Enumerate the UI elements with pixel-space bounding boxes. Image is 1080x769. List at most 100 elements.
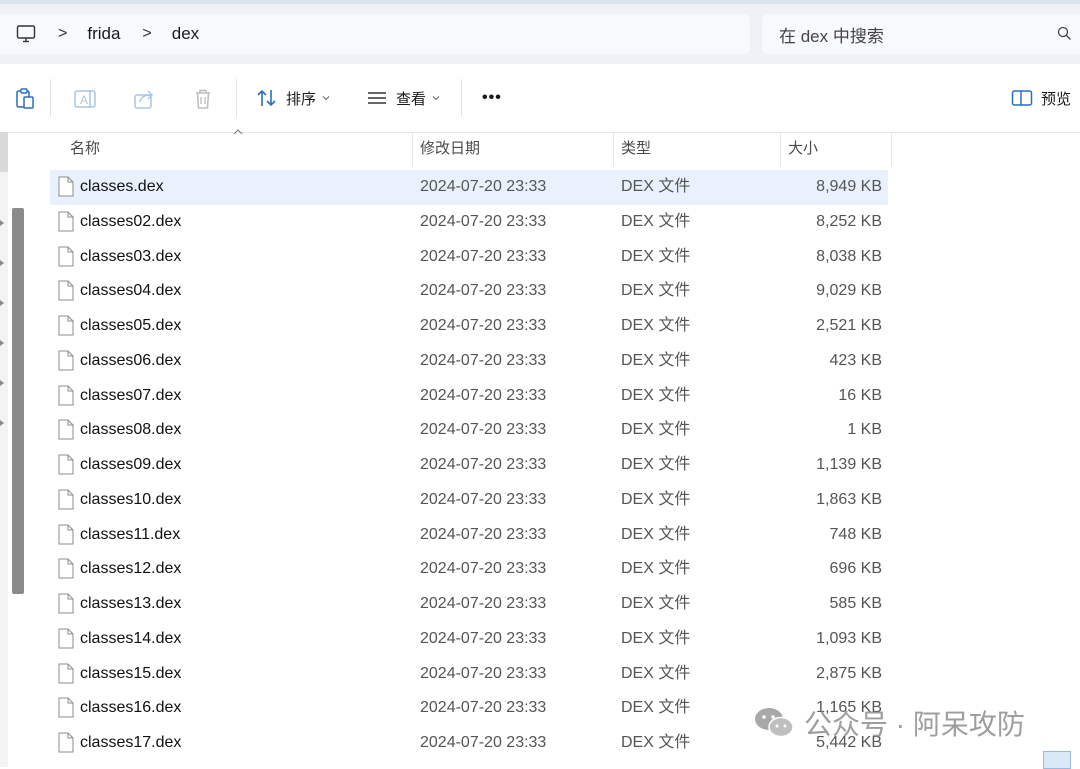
file-icon bbox=[58, 385, 74, 405]
file-size: 8,949 KB bbox=[816, 178, 882, 195]
column-divider[interactable] bbox=[412, 132, 413, 166]
column-header-type[interactable]: 类型 bbox=[621, 132, 651, 166]
file-modified: 2024-07-20 23:33 bbox=[420, 490, 547, 508]
file-type: DEX 文件 bbox=[621, 282, 691, 300]
more-options-button[interactable]: ••• bbox=[482, 84, 502, 112]
file-icon bbox=[58, 246, 74, 266]
file-row[interactable]: classes02.dex 2024-07-20 23:33 DEX 文件 8,252… bbox=[50, 205, 888, 240]
file-size: 16 KB bbox=[838, 386, 882, 404]
sort-label: 排序 bbox=[286, 90, 317, 108]
file-name: classes07.dex bbox=[80, 386, 182, 404]
file-type: DEX 文件 bbox=[621, 386, 691, 404]
delete-icon[interactable] bbox=[191, 87, 215, 111]
file-icon bbox=[58, 628, 74, 649]
expand-arrow-icon[interactable] bbox=[0, 260, 4, 266]
file-row[interactable]: classes07.dex 2024-07-20 23:33 DEX 文件 16 KB bbox=[50, 379, 888, 414]
file-icon bbox=[58, 593, 74, 614]
file-icon bbox=[58, 524, 74, 544]
file-type: DEX 文件 bbox=[621, 595, 691, 612]
file-row[interactable]: classes14.dex 2024-07-20 23:33 DEX 文件 1,093… bbox=[50, 622, 888, 657]
file-row[interactable]: classes03.dex 2024-07-20 23:33 DEX 文件 8,038… bbox=[50, 240, 888, 275]
expand-arrow-icon[interactable] bbox=[0, 380, 4, 386]
file-row[interactable]: classes04.dex 2024-07-20 23:33 DEX 文件 9,029… bbox=[50, 274, 888, 309]
column-divider[interactable] bbox=[891, 132, 892, 166]
file-modified: 2024-07-20 23:33 bbox=[420, 421, 547, 439]
navigation-pane-top bbox=[0, 132, 8, 172]
share-icon[interactable] bbox=[132, 87, 156, 111]
file-name: classes05.dex bbox=[80, 317, 182, 334]
wechat-icon bbox=[755, 708, 794, 738]
toolbar-divider bbox=[236, 79, 237, 117]
file-row[interactable]: classes12.dex 2024-07-20 23:33 DEX 文件 696 K… bbox=[50, 552, 888, 587]
file-modified: 2024-07-20 23:33 bbox=[420, 282, 547, 300]
file-type: DEX 文件 bbox=[621, 629, 691, 647]
file-type: DEX 文件 bbox=[621, 212, 691, 230]
file-size: 1,863 KB bbox=[816, 490, 882, 508]
file-row[interactable]: classes08.dex 2024-07-20 23:33 DEX 文件 1 KB bbox=[50, 413, 888, 448]
file-icon bbox=[58, 489, 74, 510]
details-view-toggle[interactable] bbox=[1043, 751, 1071, 769]
expand-arrow-icon[interactable] bbox=[0, 420, 4, 426]
file-name: classes13.dex bbox=[80, 595, 182, 612]
breadcrumb[interactable]: > frida > dex bbox=[0, 14, 750, 54]
column-header-name[interactable]: 名称 bbox=[70, 132, 100, 166]
file-type: DEX 文件 bbox=[621, 456, 691, 473]
file-modified: 2024-07-20 23:33 bbox=[420, 525, 547, 543]
column-divider[interactable] bbox=[780, 132, 781, 166]
address-bar-area: > frida > dex 在 dex 中搜索 bbox=[0, 0, 1080, 64]
search-icon[interactable] bbox=[1057, 26, 1072, 41]
file-type: DEX 文件 bbox=[621, 247, 691, 265]
breadcrumb-item-frida[interactable]: frida bbox=[87, 24, 120, 44]
file-modified: 2024-07-20 23:33 bbox=[420, 699, 547, 717]
column-header-size[interactable]: 大小 bbox=[788, 132, 818, 166]
file-type: DEX 文件 bbox=[621, 351, 691, 369]
this-pc-icon[interactable] bbox=[16, 24, 36, 44]
navigation-scrollbar-thumb[interactable] bbox=[12, 208, 24, 594]
file-icon bbox=[58, 558, 74, 579]
file-type: DEX 文件 bbox=[621, 525, 691, 543]
expand-arrow-icon[interactable] bbox=[0, 220, 4, 226]
rename-icon[interactable]: A bbox=[73, 87, 97, 111]
paste-icon[interactable] bbox=[13, 87, 37, 111]
file-name: classes.dex bbox=[80, 178, 164, 195]
expand-arrow-icon[interactable] bbox=[0, 300, 4, 306]
file-row[interactable]: classes06.dex 2024-07-20 23:33 DEX 文件 423 K… bbox=[50, 344, 888, 379]
file-icon bbox=[58, 176, 74, 197]
file-modified: 2024-07-20 23:33 bbox=[420, 212, 547, 230]
chevron-down-icon bbox=[322, 96, 330, 101]
file-row[interactable]: classes05.dex 2024-07-20 23:33 DEX 文件 2,521… bbox=[50, 309, 888, 344]
file-row[interactable]: classes10.dex 2024-07-20 23:33 DEX 文件 1,863… bbox=[50, 483, 888, 518]
breadcrumb-item-dex[interactable]: dex bbox=[172, 24, 199, 44]
toolbar-divider bbox=[50, 79, 51, 117]
file-size: 1,139 KB bbox=[816, 456, 882, 473]
preview-pane-button[interactable]: 预览 bbox=[1011, 84, 1071, 112]
view-button[interactable]: 查看 bbox=[366, 84, 440, 112]
file-row[interactable]: classes13.dex 2024-07-20 23:33 DEX 文件 585 K… bbox=[50, 587, 888, 622]
file-size: 1 KB bbox=[847, 421, 882, 439]
column-divider[interactable] bbox=[613, 132, 614, 166]
expand-arrow-icon[interactable] bbox=[0, 340, 4, 346]
sort-button[interactable]: 排序 bbox=[256, 84, 330, 112]
navigation-expand-arrows[interactable] bbox=[0, 220, 6, 460]
column-header-row: 名称 修改日期 类型 大小 bbox=[50, 132, 892, 166]
file-row[interactable]: classes15.dex 2024-07-20 23:33 DEX 文件 2,875… bbox=[50, 657, 888, 692]
file-type: DEX 文件 bbox=[621, 178, 691, 195]
file-row[interactable]: classes.dex 2024-07-20 23:33 DEX 文件 8,949 K… bbox=[50, 170, 888, 205]
file-modified: 2024-07-20 23:33 bbox=[420, 317, 547, 334]
breadcrumb-separator[interactable]: > bbox=[142, 25, 151, 43]
file-row[interactable]: classes11.dex 2024-07-20 23:33 DEX 文件 748 K… bbox=[50, 518, 888, 553]
file-name: classes02.dex bbox=[80, 212, 182, 230]
watermark-text: 公众号 · 阿呆攻防 bbox=[804, 709, 1025, 740]
file-modified: 2024-07-20 23:33 bbox=[420, 247, 547, 265]
file-row[interactable]: classes09.dex 2024-07-20 23:33 DEX 文件 1,139… bbox=[50, 448, 888, 483]
file-size: 696 KB bbox=[829, 560, 882, 578]
breadcrumb-separator[interactable]: > bbox=[58, 25, 67, 43]
file-size: 748 KB bbox=[829, 525, 882, 543]
file-name: classes12.dex bbox=[80, 560, 182, 578]
title-strip bbox=[0, 0, 1080, 4]
file-size: 2,521 KB bbox=[816, 317, 882, 334]
file-type: DEX 文件 bbox=[621, 699, 691, 717]
file-size: 585 KB bbox=[829, 595, 882, 612]
column-header-modified[interactable]: 修改日期 bbox=[420, 132, 480, 166]
search-box[interactable]: 在 dex 中搜索 bbox=[762, 14, 1080, 54]
